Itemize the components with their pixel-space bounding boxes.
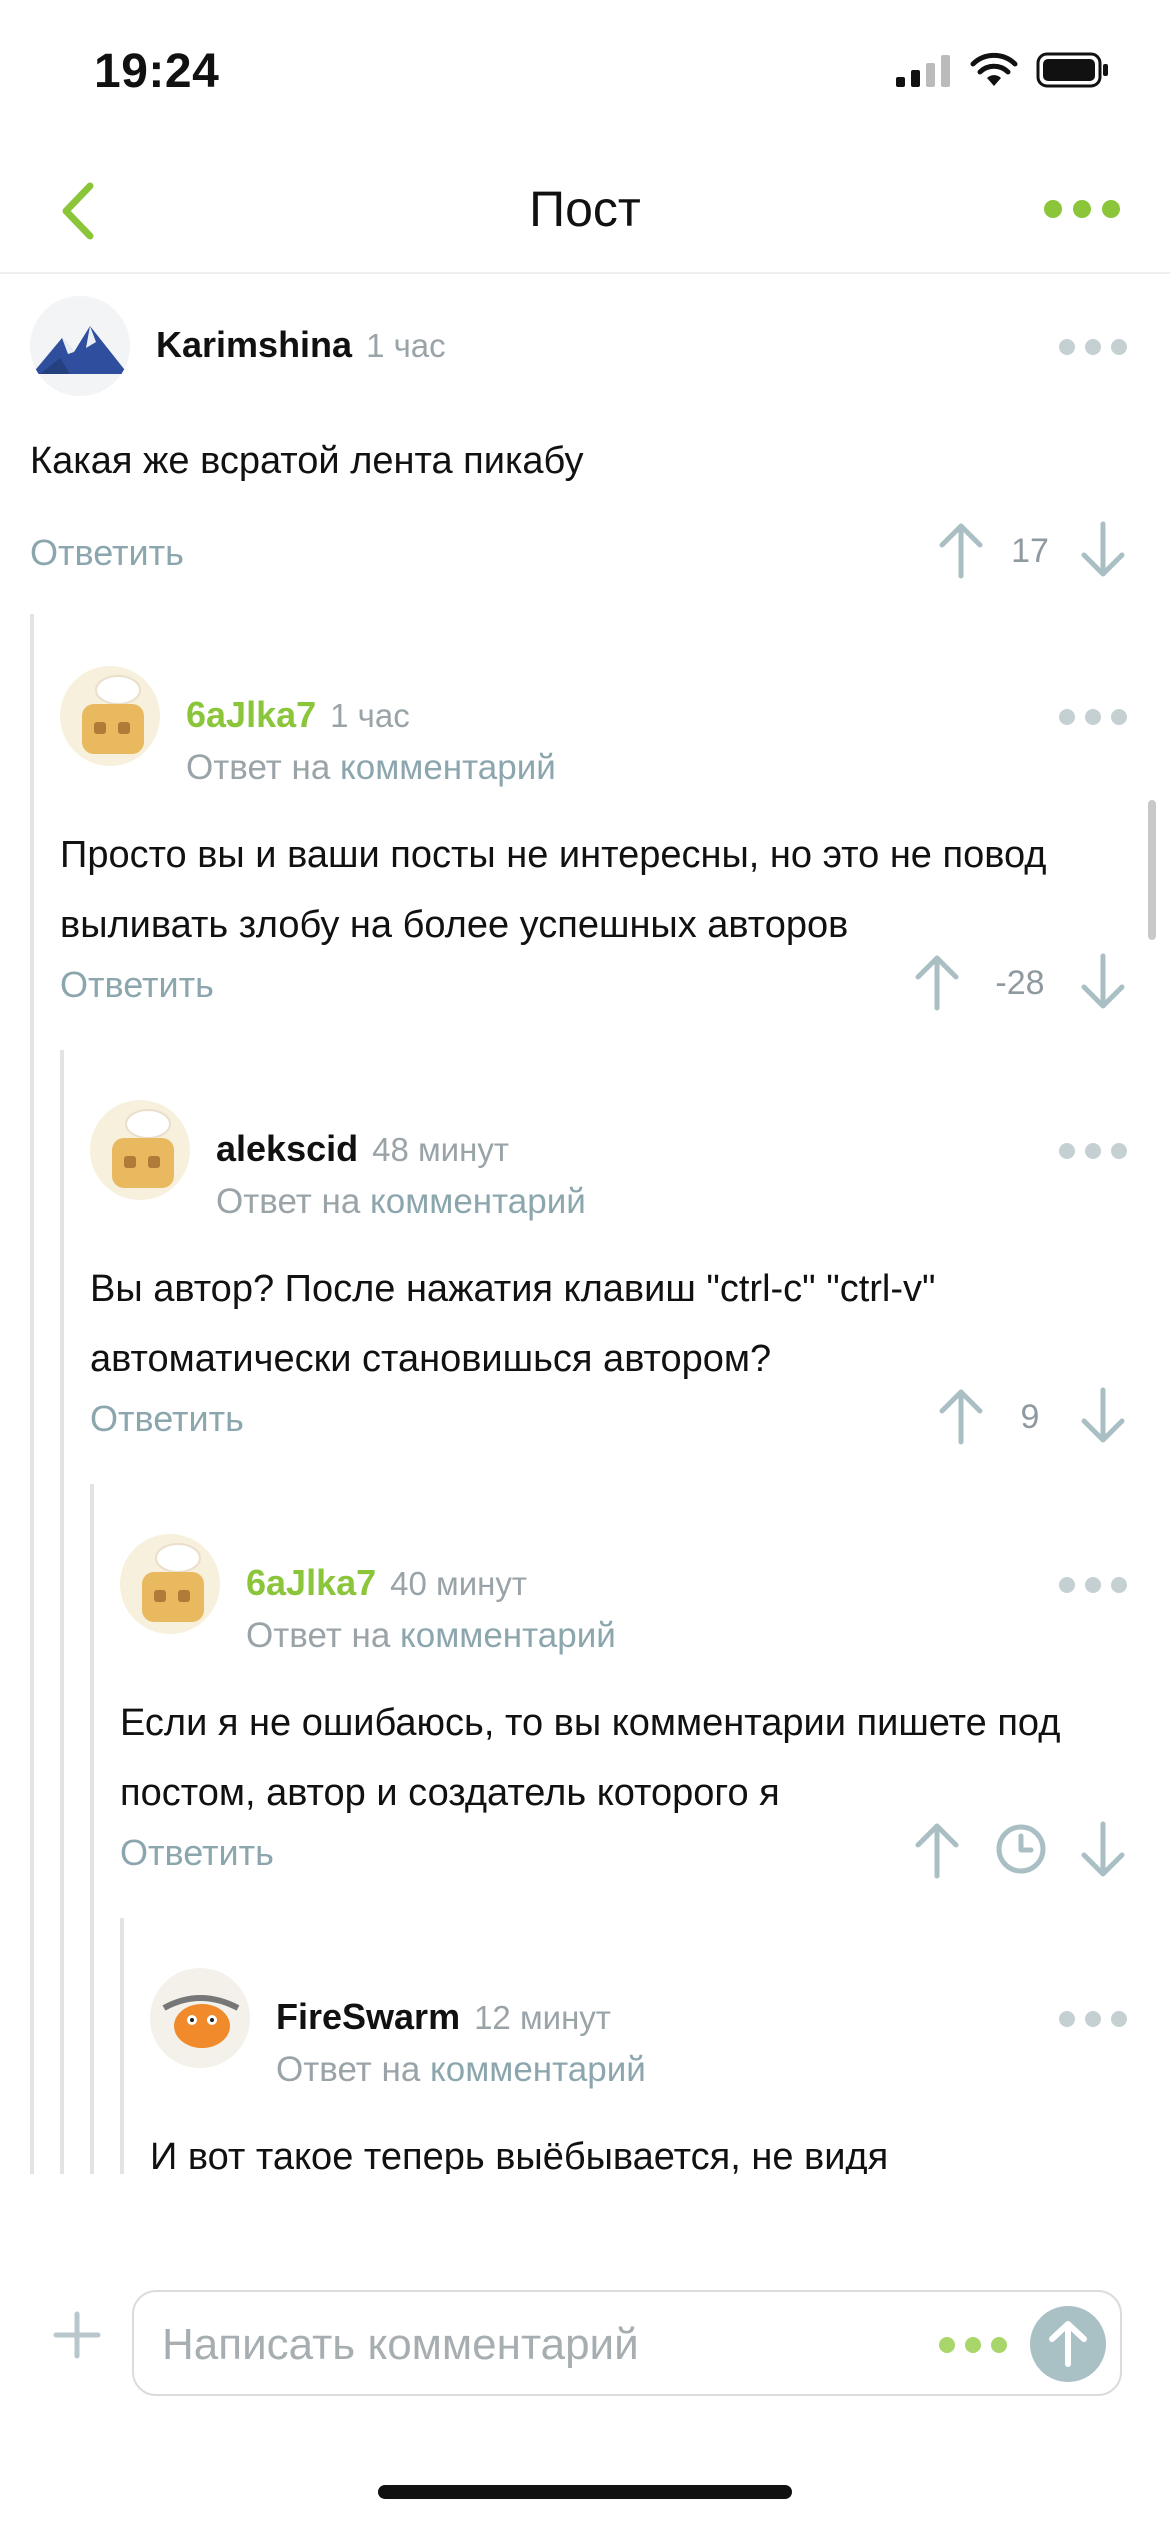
author-name[interactable]: 6aJlka7 bbox=[246, 1562, 376, 1603]
upvote-icon[interactable] bbox=[936, 520, 986, 580]
add-attachment-icon[interactable] bbox=[52, 2310, 102, 2360]
comment-more-icon[interactable] bbox=[1058, 1138, 1128, 1164]
comment-text: И вот такое теперь выёбывается, не видя bbox=[150, 2136, 889, 2174]
scroll-indicator[interactable] bbox=[1148, 800, 1156, 940]
comment-composer: Написать комментарий bbox=[0, 2270, 1170, 2410]
comment-text: Если я не ошибаюсь, то вы комментарии пи… bbox=[120, 1702, 1061, 1814]
upvote-icon[interactable] bbox=[912, 952, 962, 1012]
reply-to-label: Ответ на комментарий bbox=[246, 1616, 616, 1656]
comment-time: 1 час bbox=[330, 697, 410, 734]
reply-to-label: Ответ на комментарий bbox=[216, 1182, 586, 1222]
battery-icon bbox=[1036, 52, 1108, 88]
reply-button[interactable]: Ответить bbox=[120, 1832, 274, 1874]
comments-list: Karimshina 1 час Какая же всратой лента п… bbox=[0, 274, 1170, 2174]
comment-text: Просто вы и ваши посты не интересны, но … bbox=[60, 834, 1047, 946]
reply-to-link[interactable]: комментарий bbox=[340, 748, 556, 787]
comment-more-icon[interactable] bbox=[1058, 704, 1128, 730]
comment-time: 48 минут bbox=[372, 1131, 509, 1168]
downvote-icon[interactable] bbox=[1078, 520, 1128, 580]
nav-bar: Пост bbox=[0, 150, 1170, 274]
upvote-icon[interactable] bbox=[936, 1386, 986, 1446]
comment: alekscid 48 минут Ответ на комментарий Вы… bbox=[0, 1078, 1170, 1458]
comment: 6aJlka7 1 час Ответ на комментарий Просто… bbox=[0, 644, 1170, 1024]
avatar[interactable] bbox=[90, 1100, 190, 1200]
wifi-icon bbox=[970, 52, 1018, 86]
reply-to-link[interactable]: комментарий bbox=[400, 1616, 616, 1655]
reply-button[interactable]: Ответить bbox=[90, 1398, 244, 1440]
page-title: Пост bbox=[529, 181, 641, 237]
status-time: 19:24 bbox=[94, 45, 220, 98]
comment-more-icon[interactable] bbox=[1058, 2006, 1128, 2032]
comment-text: Вы автор? После нажатия клавиш "ctrl-c" … bbox=[90, 1268, 936, 1380]
comment-input[interactable]: Написать комментарий bbox=[132, 2290, 1122, 2396]
comment: 6aJlka7 40 минут Ответ на комментарий Есл… bbox=[0, 1512, 1170, 1892]
comment-author[interactable]: 6aJlka7 1 час bbox=[186, 694, 410, 736]
author-name[interactable]: alekscid bbox=[216, 1128, 358, 1169]
comment-author[interactable]: 6aJlka7 40 минут bbox=[246, 1562, 527, 1604]
comment: FireSwarm 12 минут Ответ на комментарий И… bbox=[0, 1946, 1170, 2174]
comment-text: Какая же всратой лента пикабу bbox=[30, 440, 584, 482]
avatar[interactable] bbox=[150, 1968, 250, 2068]
avatar[interactable] bbox=[30, 296, 130, 396]
clock-icon bbox=[996, 1824, 1046, 1874]
comment-more-icon[interactable] bbox=[1058, 1572, 1128, 1598]
downvote-icon[interactable] bbox=[1078, 952, 1128, 1012]
send-arrow-icon bbox=[1049, 2321, 1087, 2367]
comment: Karimshina 1 час Какая же всратой лента п… bbox=[0, 274, 1170, 594]
downvote-icon[interactable] bbox=[1078, 1386, 1128, 1446]
more-options-icon[interactable] bbox=[1042, 184, 1122, 234]
comment-more-icon[interactable] bbox=[1058, 334, 1128, 360]
rating-value: 17 bbox=[1011, 532, 1049, 570]
status-bar: 19:24 bbox=[0, 0, 1170, 140]
reply-to-label: Ответ на комментарий bbox=[276, 2050, 646, 2090]
comment-input-placeholder: Написать комментарий bbox=[162, 2320, 639, 2369]
reply-to-link[interactable]: комментарий bbox=[430, 2050, 646, 2089]
more-options-icon[interactable] bbox=[938, 2334, 1008, 2356]
reply-to-prefix: Ответ на bbox=[186, 748, 331, 787]
avatar[interactable] bbox=[60, 666, 160, 766]
avatar[interactable] bbox=[120, 1534, 220, 1634]
author-name[interactable]: FireSwarm bbox=[276, 1996, 460, 2037]
rating-value: -28 bbox=[995, 964, 1045, 1002]
downvote-icon[interactable] bbox=[1078, 1820, 1128, 1880]
comment-author[interactable]: alekscid 48 минут bbox=[216, 1128, 509, 1170]
orange-creature-icon bbox=[162, 1995, 240, 2048]
toaster-chef-icon bbox=[142, 1543, 204, 1622]
author-name[interactable]: 6aJlka7 bbox=[186, 694, 316, 735]
reply-to-label: Ответ на комментарий bbox=[186, 748, 556, 788]
comment-time: 1 час bbox=[366, 327, 446, 364]
reply-to-prefix: Ответ на bbox=[246, 1616, 391, 1655]
status-icons bbox=[896, 52, 1110, 88]
reply-button[interactable]: Ответить bbox=[30, 532, 184, 574]
comment-time: 12 минут bbox=[474, 1999, 611, 2036]
send-button[interactable] bbox=[1030, 2306, 1106, 2382]
comment-time: 40 минут bbox=[390, 1565, 527, 1602]
home-indicator[interactable] bbox=[378, 2485, 792, 2499]
reply-button[interactable]: Ответить bbox=[60, 964, 214, 1006]
reply-to-prefix: Ответ на bbox=[216, 1182, 361, 1221]
toaster-chef-icon bbox=[112, 1109, 174, 1188]
reply-to-link[interactable]: комментарий bbox=[370, 1182, 586, 1221]
rating-value: 9 bbox=[1020, 1398, 1040, 1436]
comment-author[interactable]: FireSwarm 12 минут bbox=[276, 1996, 611, 2038]
reply-to-prefix: Ответ на bbox=[276, 2050, 421, 2089]
upvote-icon[interactable] bbox=[912, 1820, 962, 1880]
author-name[interactable]: Karimshina bbox=[156, 324, 352, 365]
comment-author[interactable]: Karimshina 1 час bbox=[156, 324, 446, 366]
signal-icon bbox=[896, 55, 950, 87]
mountain-icon bbox=[32, 326, 128, 374]
toaster-chef-icon bbox=[82, 675, 144, 754]
